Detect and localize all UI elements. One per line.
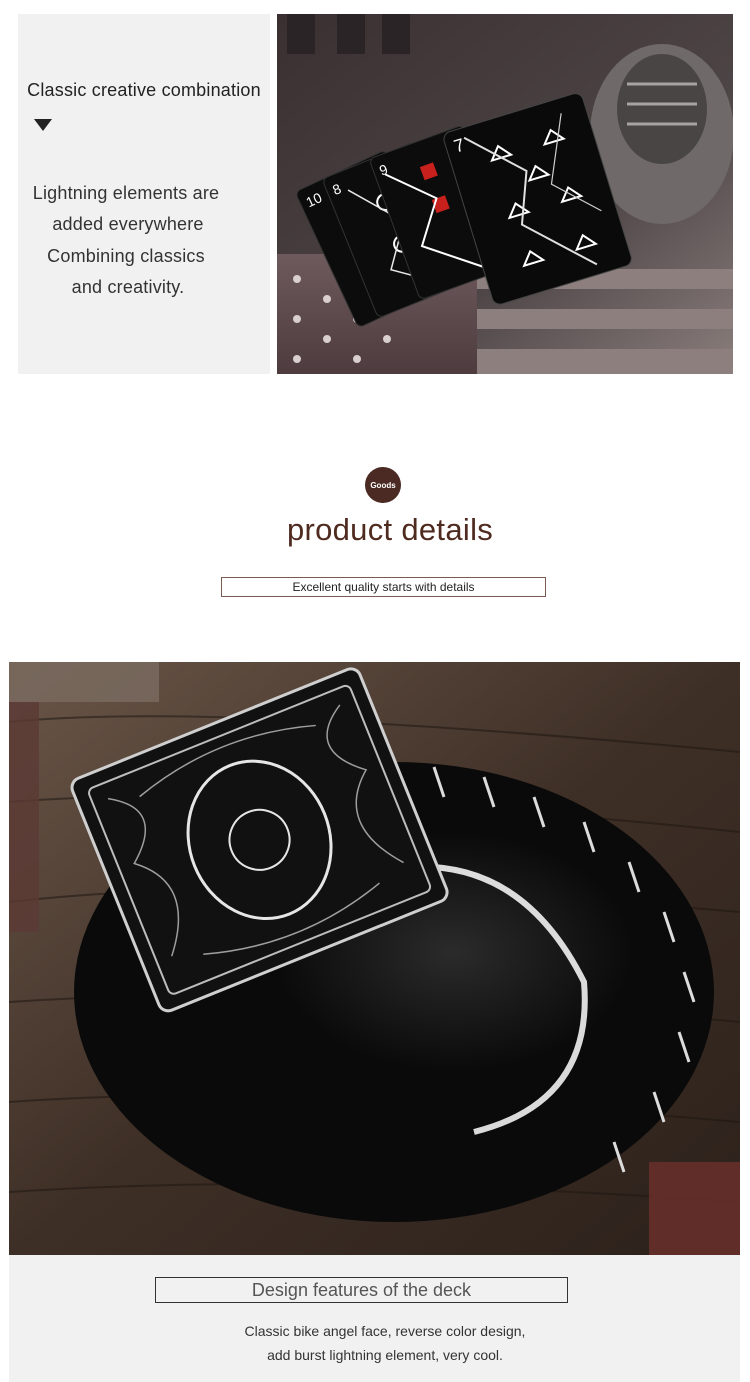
section-title: product details bbox=[286, 512, 494, 547]
intro-line: Lightning elements are bbox=[32, 183, 220, 203]
intro-line: added everywhere bbox=[52, 214, 204, 234]
features-line: add burst lightning element, very cool. bbox=[267, 1347, 503, 1363]
intro-line: Combining classics bbox=[47, 246, 205, 266]
deck-spread-illustration bbox=[9, 662, 740, 1255]
deck-spread-photo bbox=[9, 662, 740, 1255]
intro-line: and creativity. bbox=[71, 277, 185, 297]
intro-heading: Classic creative combination bbox=[27, 80, 261, 100]
cards-fan-photo: 10 8 9 7 bbox=[277, 14, 733, 374]
features-heading: Design features of the deck bbox=[155, 1277, 568, 1303]
goods-badge: Goods bbox=[365, 467, 401, 503]
triangle-down-icon bbox=[34, 119, 52, 131]
features-line: Classic bike angel face, reverse color d… bbox=[244, 1323, 526, 1339]
cards-fan-illustration: 10 8 9 7 bbox=[277, 14, 733, 374]
section-subtitle: Excellent quality starts with details bbox=[221, 577, 546, 597]
